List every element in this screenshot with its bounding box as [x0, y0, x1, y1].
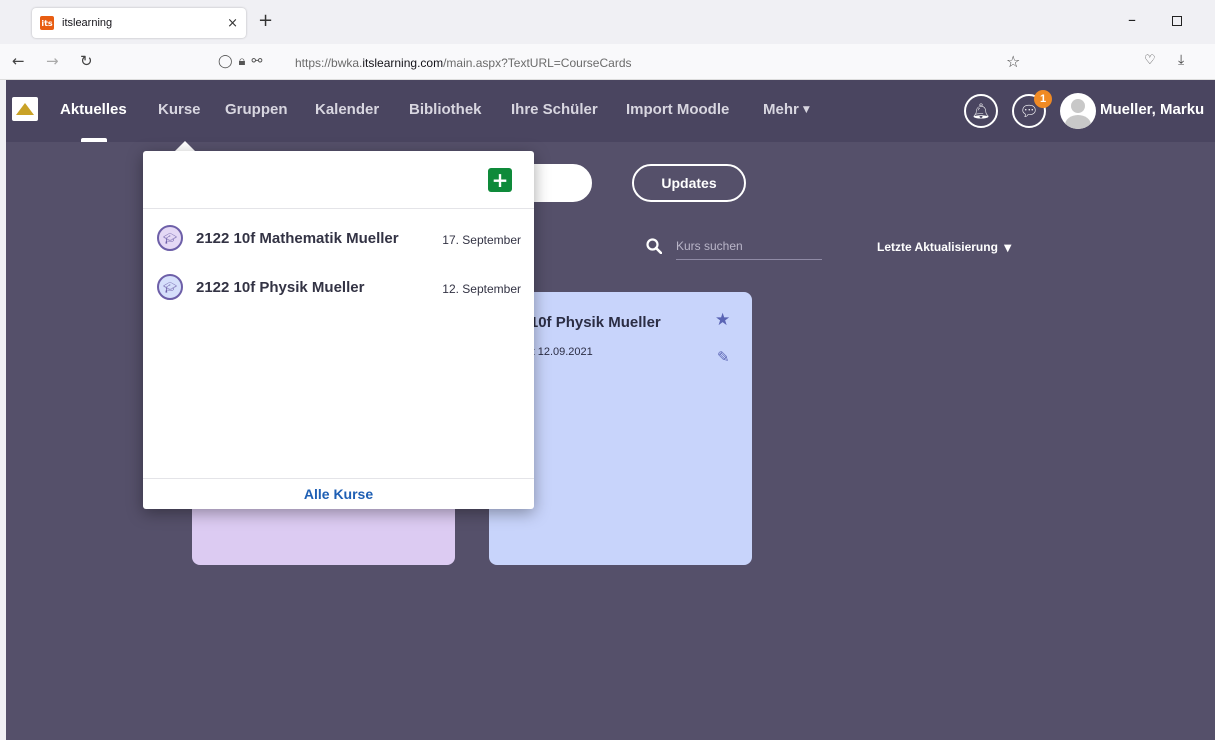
course-search-input[interactable]	[676, 236, 822, 260]
notifications-bell-icon[interactable]: 🔔︎	[964, 94, 998, 128]
new-tab-icon[interactable]: +	[258, 10, 273, 31]
browser-tab[interactable]: its itslearning ×	[32, 8, 246, 38]
browser-nav-bar: ← → ↻ ◯🔒︎⚯ https://bwka.itslearning.com/…	[0, 44, 1215, 80]
url-host-prefix: https://bwka.	[295, 56, 363, 70]
graduation-cap-icon: 🎓︎	[157, 274, 183, 300]
nav-mehr-label: Mehr	[763, 101, 799, 118]
itslearning-favicon-icon: its	[40, 16, 54, 30]
chevron-down-icon: ▼	[802, 105, 810, 115]
minimize-window-icon[interactable]: –	[1128, 10, 1136, 29]
search-icon	[646, 238, 662, 254]
pocket-icon[interactable]: ♡	[1144, 53, 1156, 68]
course-date: 12. September	[442, 282, 521, 296]
url-path: /main.aspx?TextURL=CourseCards	[443, 56, 632, 70]
list-item[interactable]: 🎓︎ 2122 10f Mathematik Mueller 17. Septe…	[143, 215, 534, 261]
list-item[interactable]: 🎓︎ 2122 10f Physik Mueller 12. September	[143, 264, 534, 310]
add-course-button[interactable]: +	[488, 168, 512, 192]
course-date: 17. September	[442, 233, 521, 247]
all-courses-link[interactable]: Alle Kurse	[304, 486, 373, 502]
chevron-down-icon: ▼	[1003, 243, 1012, 254]
bookmark-star-icon[interactable]: ☆	[1006, 52, 1020, 71]
top-navigation: Aktuelles Kurse Gruppen Kalender Bibliot…	[6, 80, 1215, 142]
browser-tab-bar: its itslearning × + –	[0, 0, 1215, 44]
dropdown-footer: Alle Kurse	[143, 478, 534, 509]
url-security-icons[interactable]: ◯🔒︎⚯	[218, 54, 268, 69]
user-name[interactable]: Mueller, Marku	[1100, 101, 1204, 118]
tab-title: itslearning	[62, 17, 113, 29]
url-host-main: itslearning.com	[362, 56, 444, 70]
close-tab-icon[interactable]: ×	[227, 16, 238, 31]
active-tab-indicator	[81, 138, 107, 142]
tab-updates[interactable]: Updates	[632, 164, 746, 202]
nav-bibliothek[interactable]: Bibliothek	[409, 101, 482, 118]
nav-mehr[interactable]: Mehr ▼	[763, 101, 810, 118]
course-name: 2122 10f Physik Mueller	[196, 279, 365, 296]
back-arrow-icon[interactable]: ←	[12, 52, 25, 70]
nav-import-moodle[interactable]: Import Moodle	[626, 101, 729, 118]
address-bar[interactable]: https://bwka.itslearning.com/main.aspx?T…	[295, 56, 632, 70]
reload-icon[interactable]: ↻	[80, 52, 93, 70]
sort-dropdown[interactable]: Letzte Aktualisierung ▼	[877, 240, 1012, 254]
sort-label: Letzte Aktualisierung	[877, 240, 998, 254]
nav-kalender[interactable]: Kalender	[315, 101, 379, 118]
favorite-star-icon[interactable]: ★	[715, 310, 730, 330]
download-icon[interactable]: ⤓	[1178, 52, 1184, 68]
maximize-window-icon[interactable]	[1172, 16, 1182, 26]
nav-kurse[interactable]: Kurse	[158, 101, 201, 118]
itslearning-app: Aktuelles Kurse Gruppen Kalender Bibliot…	[6, 80, 1215, 740]
nav-ihre-schueler[interactable]: Ihre Schüler	[511, 101, 598, 118]
courses-dropdown: + 🎓︎ 2122 10f Mathematik Mueller 17. Sep…	[143, 151, 534, 509]
nav-gruppen[interactable]: Gruppen	[225, 101, 288, 118]
course-name: 2122 10f Mathematik Mueller	[196, 230, 399, 247]
graduation-cap-icon: 🎓︎	[157, 225, 183, 251]
nav-aktuelles[interactable]: Aktuelles	[60, 101, 127, 118]
edit-pencil-icon[interactable]: ✎	[717, 348, 730, 366]
school-logo-icon[interactable]	[12, 97, 38, 121]
messages-badge: 1	[1034, 90, 1052, 108]
avatar[interactable]	[1060, 93, 1096, 129]
forward-arrow-icon[interactable]: →	[46, 52, 59, 70]
dropdown-header: +	[143, 151, 534, 209]
